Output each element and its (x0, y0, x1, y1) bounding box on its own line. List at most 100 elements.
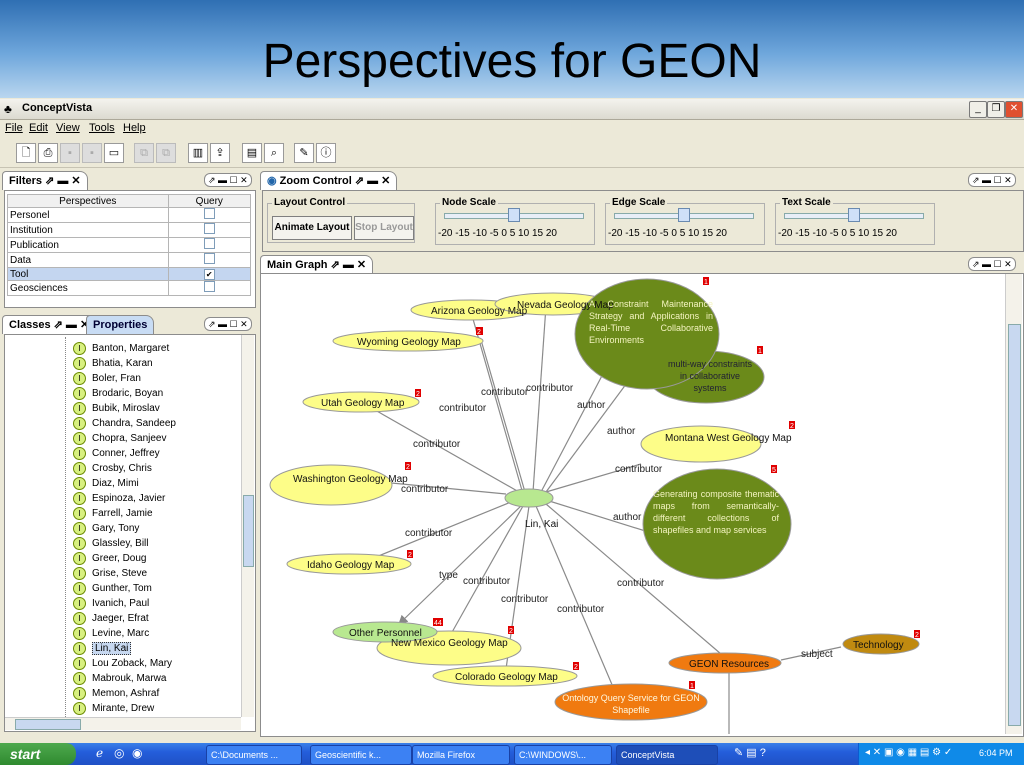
table-row[interactable]: Personel (7, 207, 252, 223)
list-item[interactable]: I Gary, Tony (73, 521, 139, 536)
constraint-node-text: A Constraint Maintenance Strategy and Ap… (589, 299, 713, 345)
table-row[interactable]: Geosciences (7, 280, 252, 296)
close-button[interactable]: ✕ (1005, 101, 1023, 118)
menu-file[interactable]: File (5, 122, 23, 134)
query-checkbox[interactable] (203, 238, 215, 249)
tab-main-graph[interactable]: Main Graph ⇗ ▬ ✕ (260, 255, 374, 274)
start-button[interactable]: start (0, 743, 76, 765)
list-item[interactable]: I Boler, Fran (73, 371, 141, 386)
tab-properties[interactable]: Properties (86, 315, 155, 334)
classes-hscrollbar[interactable] (5, 717, 241, 730)
task-geoscientific[interactable]: Geoscientific k... (310, 745, 412, 765)
scale-ticks: -20 -15 -10 -5 0 5 10 15 20 (778, 228, 897, 239)
node-scale-slider-thumb[interactable] (508, 208, 520, 222)
list-item[interactable]: I Jaeger, Efrat (73, 611, 149, 626)
panel-controls[interactable]: ⇗ ▬ ☐ ✕ (968, 257, 1016, 271)
save-as-icon[interactable]: ▪ (82, 143, 102, 163)
copy-icon[interactable]: ⧉ (134, 143, 154, 163)
query-checkbox[interactable] (203, 223, 215, 234)
tab-filters[interactable]: Filters ⇗ ▬ ✕ (2, 171, 88, 190)
list-item[interactable]: I Brodaric, Boyan (73, 386, 163, 401)
list-item[interactable]: I Lin, Kai (73, 641, 132, 656)
tab-classes[interactable]: Classes ⇗ ▬ ✕ (2, 315, 97, 334)
minimize-button[interactable]: _ (969, 101, 987, 118)
list-item[interactable]: I Crosby, Chris (73, 461, 152, 476)
col-query[interactable]: Query (167, 194, 252, 208)
print-icon[interactable]: ⎙ (38, 143, 58, 163)
media-icon[interactable]: ◉ (132, 746, 142, 760)
list-item[interactable]: I Espinoza, Javier (73, 491, 165, 506)
outlook-icon[interactable]: ◎ (114, 746, 124, 760)
classes-scrollbar[interactable] (241, 335, 254, 717)
window-icon[interactable]: ▤ (242, 143, 262, 163)
query-checkbox[interactable]: ✔ (203, 268, 215, 280)
list-item[interactable]: I Lou Zoback, Mary (73, 656, 172, 671)
list-item[interactable]: I Diaz, Mimi (73, 476, 139, 491)
export-icon[interactable]: ⇪ (210, 143, 230, 163)
panel-controls[interactable]: ⇗ ▬ ☐ ✕ (968, 173, 1016, 187)
list-item[interactable]: I Chopra, Sanjeev (73, 431, 167, 446)
list-item[interactable]: I Conner, Jeffrey (73, 446, 160, 461)
scroll-thumb[interactable] (243, 495, 254, 567)
task-cmd[interactable]: C:\WINDOWS\... (514, 745, 612, 765)
query-checkbox[interactable] (203, 253, 215, 264)
restore-button[interactable]: ❐ (987, 101, 1005, 118)
menu-tools[interactable]: Tools (89, 122, 115, 134)
comment-icon[interactable]: ✎ (294, 143, 314, 163)
clock: 6:04 PM (979, 748, 1013, 758)
tab-zoom-control[interactable]: ◉ Zoom Control ⇗ ▬ ✕ (260, 171, 398, 190)
query-checkbox[interactable] (203, 208, 215, 219)
panel-controls[interactable]: ⇗ ▬ ☐ ✕ (204, 317, 252, 331)
edge-label: contributor (501, 594, 549, 605)
info-icon[interactable]: ⓘ (316, 143, 336, 163)
chart-icon[interactable]: ▥ (188, 143, 208, 163)
filters-table: Perspectives Query Personel Institution … (7, 194, 252, 296)
list-item[interactable]: I Chandra, Sandeep (73, 416, 176, 431)
text-scale-slider-thumb[interactable] (848, 208, 860, 222)
list-item[interactable]: I Farrell, Jamie (73, 506, 153, 521)
graph-scrollbar[interactable] (1005, 274, 1022, 734)
list-item[interactable]: I Grise, Steve (73, 566, 147, 581)
table-row[interactable]: Publication (7, 237, 252, 253)
node-montana[interactable] (640, 425, 762, 463)
menu-edit[interactable]: Edit (29, 122, 48, 134)
col-perspectives[interactable]: Perspectives (7, 194, 169, 208)
table-row[interactable]: Tool ✔ (7, 267, 252, 281)
menu-view[interactable]: View (56, 122, 80, 134)
edge-scale-slider-thumb[interactable] (678, 208, 690, 222)
stop-layout-button[interactable]: Stop Layout (354, 216, 414, 240)
query-checkbox[interactable] (203, 281, 215, 292)
paste-icon[interactable]: ⧉ (156, 143, 176, 163)
table-row[interactable]: Data (7, 252, 252, 268)
ie-icon[interactable]: ℯ (96, 746, 103, 760)
graph-scroll-thumb[interactable] (1008, 324, 1021, 726)
open-folder-icon[interactable]: ▭ (104, 143, 124, 163)
tray-icons[interactable]: ◂ ✕ ▣ ◉ ▦ ▤ ⚙ ✓ (865, 747, 952, 758)
instance-icon: I (73, 401, 86, 415)
new-file-icon[interactable]: 🗋 (16, 143, 36, 163)
list-item[interactable]: I Levine, Marc (73, 626, 149, 641)
zoom-icon[interactable]: ⌕ (264, 143, 284, 163)
list-item[interactable]: I Mabrouk, Marwa (73, 671, 166, 686)
list-item[interactable]: I Bubik, Miroslav (73, 401, 160, 416)
list-item[interactable]: I Banton, Margaret (73, 341, 169, 356)
list-item[interactable]: I Glassley, Bill (73, 536, 149, 551)
list-item[interactable]: I Gunther, Tom (73, 581, 152, 596)
quick-launch-icons[interactable]: ✎ ▤ ? (734, 746, 766, 759)
list-item[interactable]: I Bhatia, Karan (73, 356, 153, 371)
list-item[interactable]: I Ivanich, Paul (73, 596, 149, 611)
task-firefox[interactable]: Mozilla Firefox (412, 745, 510, 765)
list-item[interactable]: I Greer, Doug (73, 551, 146, 566)
animate-layout-button[interactable]: Animate Layout (272, 216, 352, 240)
node-washington[interactable] (269, 464, 393, 506)
node-lin-kai[interactable] (504, 488, 554, 508)
task-documents[interactable]: C:\Documents ... (206, 745, 302, 765)
panel-controls[interactable]: ⇗ ▬ ☐ ✕ (204, 173, 252, 187)
save-icon[interactable]: ▪ (60, 143, 80, 163)
hscroll-thumb[interactable] (15, 719, 81, 730)
list-item[interactable]: I Mirante, Drew (73, 701, 154, 716)
task-conceptvista[interactable]: ConceptVista (616, 745, 718, 765)
list-item[interactable]: I Memon, Ashraf (73, 686, 159, 701)
menu-help[interactable]: Help (123, 122, 146, 134)
table-row[interactable]: Institution (7, 222, 252, 238)
